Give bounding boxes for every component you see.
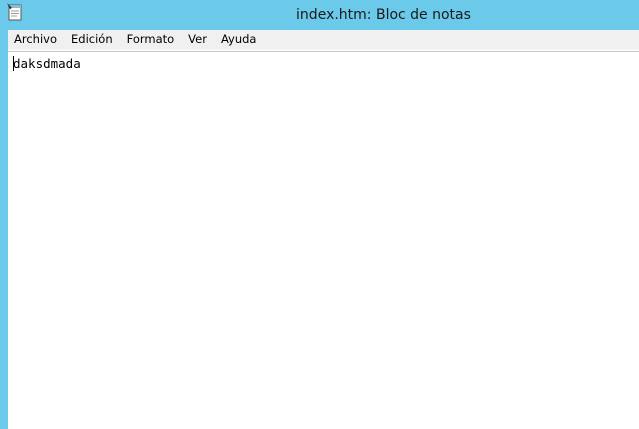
window-title: index.htm: Bloc de notas [296, 7, 471, 23]
editor-content: daksdmada [13, 56, 81, 71]
menu-ayuda[interactable]: Ayuda [214, 30, 264, 49]
menu-formato[interactable]: Formato [120, 30, 182, 49]
menu-bar: Archivo Edición Formato Ver Ayuda [8, 30, 639, 50]
menu-edicion[interactable]: Edición [64, 30, 120, 49]
text-editor[interactable]: daksdmada [8, 51, 639, 429]
menu-archivo[interactable]: Archivo [8, 30, 64, 49]
menu-ver[interactable]: Ver [181, 30, 214, 49]
text-caret [13, 56, 14, 71]
notepad-window: index.htm: Bloc de notas Archivo Edición… [0, 0, 639, 429]
title-bar[interactable]: index.htm: Bloc de notas [0, 0, 639, 30]
client-area: Archivo Edición Formato Ver Ayuda daksdm… [8, 30, 639, 429]
